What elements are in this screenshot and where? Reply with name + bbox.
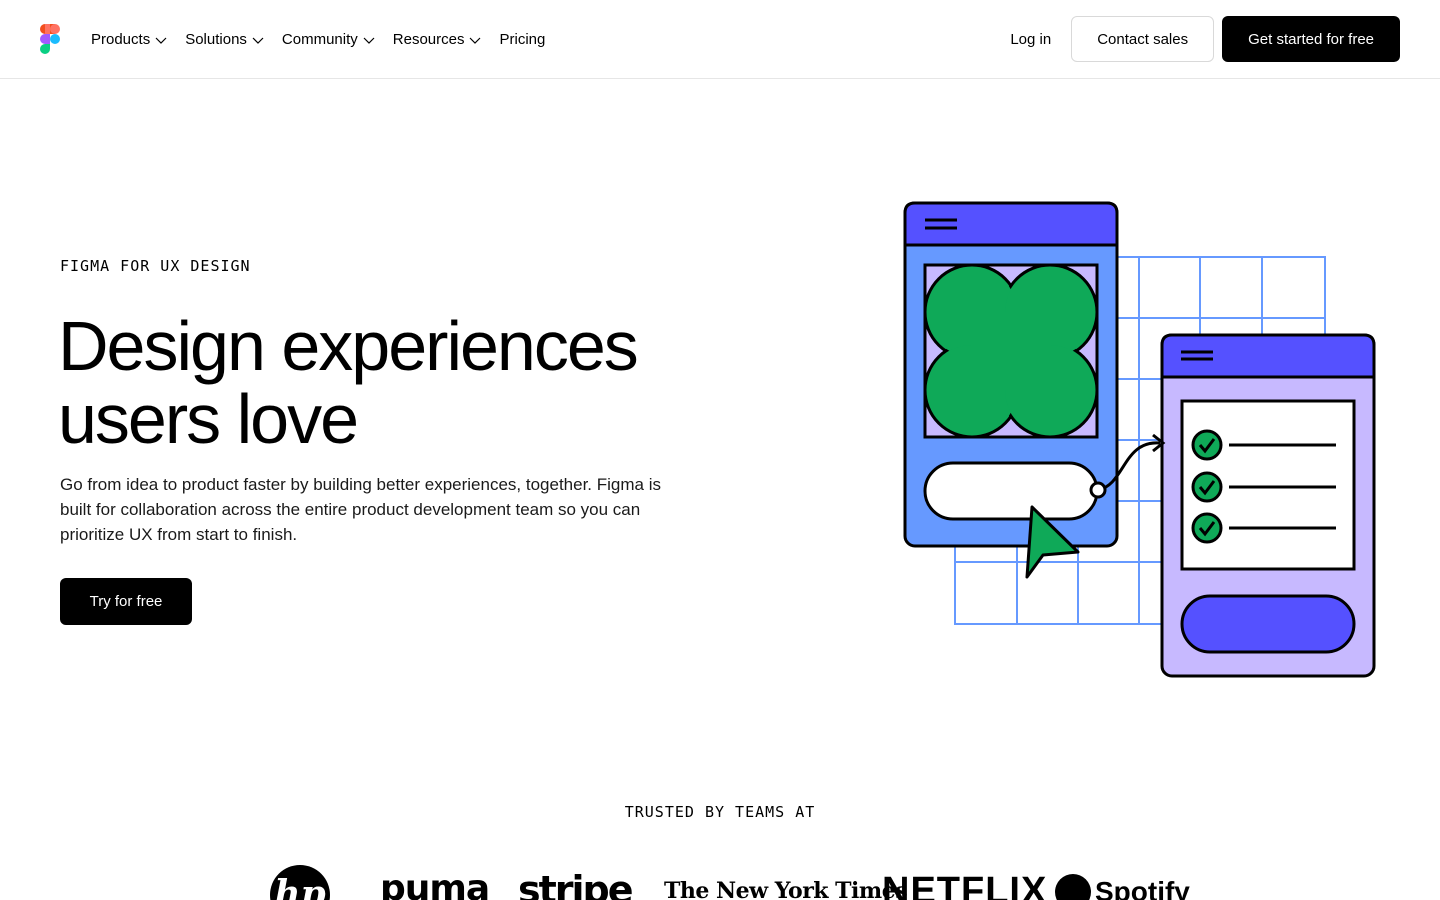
left-phone-card (903, 201, 1119, 548)
hero-illustration (903, 201, 1376, 678)
nav-solutions[interactable]: Solutions (185, 31, 264, 48)
contact-sales-button[interactable]: Contact sales (1071, 16, 1215, 62)
chevron-down-icon (363, 37, 375, 44)
figma-logo-icon[interactable] (38, 24, 62, 54)
stripe-logo: stripe (518, 868, 634, 900)
main-nav: Products Solutions Community Resources P… (91, 0, 563, 79)
spotify-icon (1055, 874, 1091, 900)
chevron-down-icon (155, 37, 167, 44)
chevron-down-icon (470, 37, 481, 44)
nav-community[interactable]: Community (282, 31, 375, 48)
nyt-logo: The New York Times (664, 878, 908, 900)
get-started-button[interactable]: Get started for free (1222, 16, 1400, 62)
site-header: Products Solutions Community Resources P… (0, 0, 1440, 79)
trusted-heading: TRUSTED BY TEAMS AT (624, 803, 816, 821)
nav-community-label: Community (281, 31, 358, 48)
nav-pricing-label: Pricing (499, 31, 546, 48)
right-phone-card (1160, 333, 1376, 678)
hero-description: Go from idea to product faster by buildi… (60, 475, 661, 544)
login-link[interactable]: Log in (1010, 31, 1051, 48)
nav-products[interactable]: Products (91, 31, 167, 48)
brand-logos: hp puma stripe The New York Times NETFLI… (0, 860, 1440, 900)
nav-products-label: Products (91, 31, 151, 48)
puma-logo: puma (380, 868, 490, 900)
hero-title-line1: Design experiences (58, 307, 639, 385)
nav-resources[interactable]: Resources (393, 31, 482, 48)
nav-resources-label: Resources (392, 31, 465, 48)
nav-pricing[interactable]: Pricing (499, 31, 545, 48)
hero-eyebrow: FIGMA FOR UX DESIGN (60, 257, 251, 275)
chevron-down-icon (252, 37, 264, 44)
netflix-logo: NETFLIX (882, 870, 1048, 900)
spotify-wordmark: Spotify (1095, 876, 1190, 900)
try-for-free-button[interactable]: Try for free (60, 578, 192, 625)
nav-solutions-label: Solutions (185, 31, 247, 48)
header-actions: Log in Contact sales Get started for fre… (1010, 16, 1400, 62)
hp-logo: hp (270, 865, 330, 900)
spotify-logo: Spotify (1055, 874, 1190, 900)
hero-title-line2: users love (58, 380, 359, 458)
hero-title: Design experiences users love (58, 310, 758, 456)
